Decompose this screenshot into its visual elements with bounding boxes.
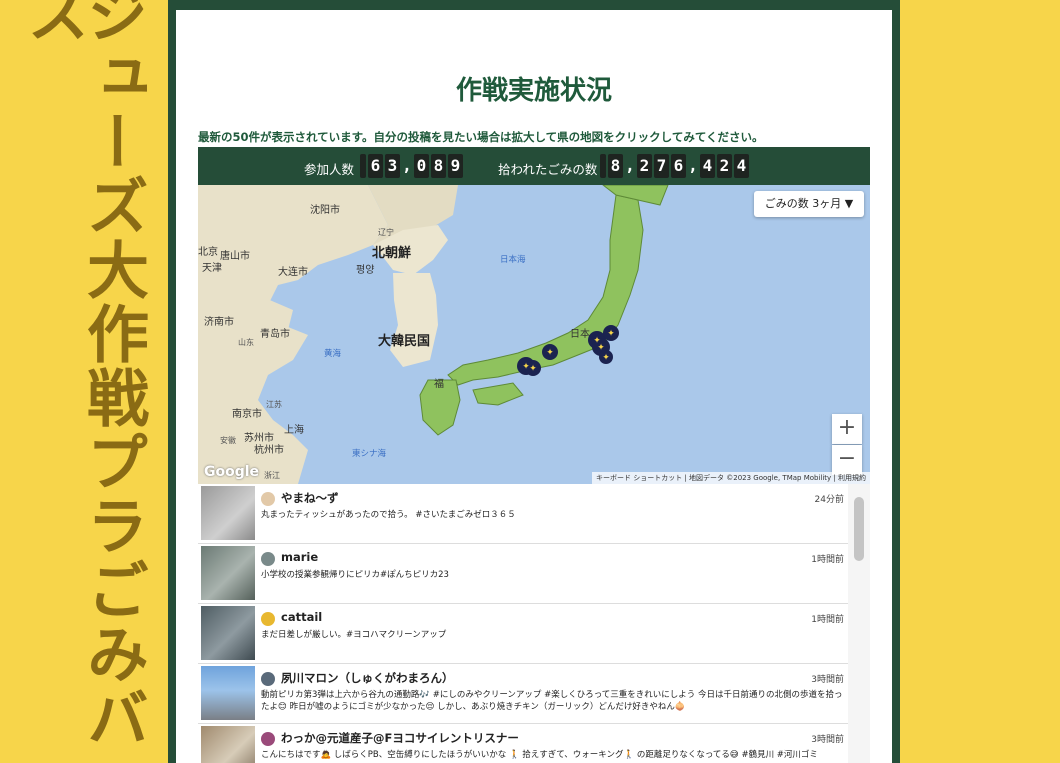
post-photo[interactable] (201, 726, 255, 763)
map-label-north-korea: 北朝鮮 (372, 246, 412, 261)
user-avatar (261, 672, 275, 686)
map-label-japan: 日本 (570, 329, 590, 340)
main-panel: 作戦実施状況 最新の50件が表示されています。自分の投稿を見たい場合は拡大して県… (176, 10, 892, 763)
map-label-tianjin: 天津 (202, 263, 222, 274)
post-time: 1時間前 (811, 615, 844, 625)
user-avatar (261, 552, 275, 566)
post-username[interactable]: わっか@元道産子@Fヨコサイレントリスナー (281, 730, 519, 746)
notice-text: 最新の50件が表示されています。自分の投稿を見たい場合は拡大して県の地図をクリッ… (198, 130, 764, 144)
map-label-jinan: 济南市 (204, 317, 234, 328)
map-label-anhui: 安徽 (220, 436, 236, 445)
trash-digit: 2 (717, 154, 732, 178)
zoom-in-button[interactable]: + (832, 414, 862, 444)
map-label-dalian: 大连市 (278, 267, 308, 278)
feed-scrollbar-thumb[interactable] (854, 497, 864, 561)
map-label-liaoning: 辽宁 (378, 228, 394, 237)
map-label-jiangsu: 江苏 (266, 400, 282, 409)
post-time: 3時間前 (811, 735, 844, 745)
trash-digit: 4 (700, 154, 715, 178)
trash-counter: 8 , 2 7 6 , 4 2 4 (600, 154, 749, 178)
side-banner: ジューズ大作戦プラごみバス (0, 0, 168, 763)
post-photo[interactable] (201, 606, 255, 660)
post-item[interactable]: やまね〜ず 24分前 丸まったティッシュがあったので拾う。 #さいたまごみゼロ３… (198, 484, 848, 544)
post-photo[interactable] (201, 546, 255, 600)
trash-period-dropdown[interactable]: ごみの数 3ヶ月 ▼ (754, 191, 864, 217)
participants-label: 参加人数 (304, 162, 355, 177)
map-label-fukuoka: 福 (434, 379, 444, 390)
post-text: 丸まったティッシュがあったので拾う。 #さいたまごみゼロ３６５ (261, 510, 516, 520)
trash-digit: 4 (734, 154, 749, 178)
post-username[interactable]: 夙川マロン（しゅくがわまろん） (281, 670, 454, 686)
svg-text:✦: ✦ (597, 343, 605, 353)
participants-digit: 0 (414, 154, 429, 178)
trash-separator: , (625, 156, 635, 175)
page-title: 作戦実施状況 (455, 76, 612, 106)
post-username[interactable]: cattail (281, 610, 322, 624)
map-label-nanjing: 南京市 (232, 409, 262, 420)
post-text: こんにちはです🙇 しばらくPB、空缶縛りにしたほうがいいかな 🚶 拾えすぎて、ウ… (261, 750, 818, 760)
feed-scrollbar[interactable] (848, 484, 870, 763)
trash-count-label: 拾われたごみの数 (498, 162, 598, 177)
post-time: 3時間前 (811, 675, 844, 685)
trash-digit: 2 (637, 154, 652, 178)
map-label-yellow-sea: 黄海 (324, 349, 342, 359)
map-label-qingdao: 青岛市 (260, 329, 290, 340)
map-label-pyongyang: 평양 (356, 265, 375, 276)
participants-digit: 8 (431, 154, 446, 178)
trash-separator: , (688, 156, 698, 175)
map-label-beijing: 北京 (198, 247, 218, 258)
post-item[interactable]: cattail 1時間前 まだ日差しが厳しい。#ヨコハマクリーンアップ (198, 604, 848, 664)
map-label-shanghai: 上海 (284, 425, 304, 436)
post-text: 動前ピリカ第3弾は上六から谷九の通勤路🎶 #にしのみやクリーンアップ #楽しくひ… (261, 690, 843, 712)
post-feed[interactable]: やまね〜ず 24分前 丸まったティッシュがあったので拾う。 #さいたまごみゼロ３… (198, 484, 870, 763)
stats-bar: 参加人数 6 3 , 0 8 9 拾われたごみの数 8 , 2 7 6 , 4 … (198, 147, 870, 185)
user-avatar (261, 612, 275, 626)
map-canvas: ✦ ✦✦ ✦✦✦✦ (198, 185, 870, 484)
post-username[interactable]: marie (281, 550, 318, 564)
post-text: 小学校の授業参観帰りにピリカ#ぽんちピリカ23 (261, 570, 449, 580)
post-photo[interactable] (201, 666, 255, 720)
participants-digit: 6 (368, 154, 383, 178)
zoom-out-button[interactable]: − (832, 445, 862, 475)
map-label-tangshan: 唐山市 (220, 251, 250, 262)
post-time: 1時間前 (811, 555, 844, 565)
map-label-zhejiang: 浙江 (264, 471, 280, 480)
post-item[interactable]: わっか@元道産子@Fヨコサイレントリスナー 3時間前 こんにちはです🙇 しばらく… (198, 724, 848, 763)
participants-counter: 6 3 , 0 8 9 (360, 154, 463, 178)
post-item[interactable]: 夙川マロン（しゅくがわまろん） 3時間前 動前ピリカ第3弾は上六から谷九の通勤路… (198, 664, 848, 724)
svg-text:✦: ✦ (546, 348, 554, 358)
map-label-shenyang: 沈阳市 (310, 205, 340, 216)
map-label-south-korea: 大韓民国 (378, 334, 431, 349)
svg-text:✦: ✦ (529, 364, 537, 374)
trash-digit: 7 (654, 154, 669, 178)
google-logo: Google (204, 464, 260, 480)
post-username[interactable]: やまね〜ず (281, 490, 339, 506)
map-label-east-china-sea: 東シナ海 (352, 449, 387, 459)
side-banner-text: ジューズ大作戦プラごみバス (16, 0, 149, 750)
map-label-sea-of-japan: 日本海 (500, 255, 526, 265)
post-item[interactable]: marie 1時間前 小学校の授業参観帰りにピリカ#ぽんちピリカ23 (198, 544, 848, 604)
user-avatar (261, 732, 275, 746)
svg-text:✦: ✦ (607, 329, 615, 339)
participants-digit: 3 (385, 154, 400, 178)
map-label-hangzhou: 杭州市 (254, 445, 284, 456)
map-attribution[interactable]: キーボード ショートカット | 地図データ ©2023 Google, TMap… (591, 472, 870, 484)
participants-digit: 9 (448, 154, 463, 178)
map-label-shandong: 山东 (238, 338, 254, 347)
post-text: まだ日差しが厳しい。#ヨコハマクリーンアップ (261, 630, 447, 640)
trash-digit: 8 (608, 154, 623, 178)
trash-digit: 6 (671, 154, 686, 178)
svg-text:✦: ✦ (602, 353, 610, 363)
right-background (900, 0, 1060, 763)
trash-map[interactable]: ✦ ✦ ✦ ✦ ✦ ✦ ✦ 沈阳市 辽宁 北朝鮮 北京 唐山市 天津 大连市 평양 日本海… (198, 185, 870, 484)
user-avatar (261, 492, 275, 506)
post-time: 24分前 (814, 495, 844, 505)
post-photo[interactable] (201, 486, 255, 540)
participants-separator: , (402, 156, 412, 175)
